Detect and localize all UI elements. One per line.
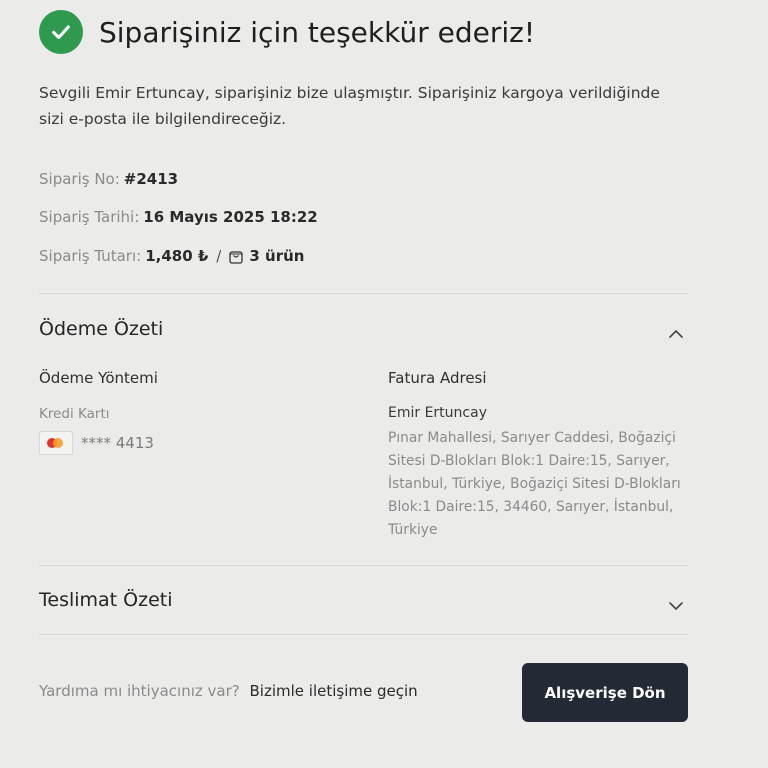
success-header: Siparişiniz için teşekkür ederiz! [39, 10, 535, 54]
payment-method-heading: Ödeme Yöntemi [39, 369, 158, 387]
divider [39, 565, 688, 566]
delivery-summary-toggle[interactable]: Teslimat Özeti [39, 589, 173, 611]
billing-name: Emir Ertuncay [388, 405, 487, 421]
shopping-bag-icon [229, 249, 244, 264]
order-date-value: 16 Mayıs 2025 18:22 [143, 208, 318, 226]
mastercard-icon [39, 431, 73, 455]
order-total-separator: / [216, 247, 222, 265]
billing-address-heading: Fatura Adresi [388, 369, 487, 387]
card-info: **** 4413 [39, 431, 154, 455]
order-total-row: Sipariş Tutarı: 1,480 ₺ / 3 ürün [39, 247, 304, 265]
continue-shopping-button[interactable]: Alışverişe Dön [522, 663, 688, 722]
divider [39, 634, 688, 635]
order-number-row: Sipariş No: #2413 [39, 170, 178, 188]
check-icon [39, 10, 83, 54]
card-number: **** 4413 [81, 434, 154, 452]
billing-address: Pınar Mahallesi, Sarıyer Caddesi, Boğazi… [388, 430, 681, 538]
intro-message: Sevgili Emir Ertuncay, siparişiniz bize … [39, 84, 660, 128]
order-confirmation-page: Siparişiniz için teşekkür ederiz! Sevgil… [0, 0, 768, 768]
contact-link[interactable]: Bizimle iletişime geçin [250, 682, 418, 700]
order-total-value: 1,480 ₺ [145, 247, 209, 265]
payment-method-type: Kredi Kartı [39, 406, 110, 422]
payment-summary-toggle[interactable]: Ödeme Özeti [39, 318, 163, 340]
help-question: Yardıma mı ihtiyacınız var? [39, 682, 240, 700]
divider [39, 293, 688, 294]
order-items-count: 3 ürün [249, 247, 305, 265]
order-number-value: #2413 [123, 170, 179, 188]
help-section: Yardıma mı ihtiyacınız var? Bizimle ilet… [39, 682, 418, 700]
order-date-label: Sipariş Tarihi: [39, 208, 140, 226]
order-total-label: Sipariş Tutarı: [39, 247, 142, 265]
order-date-row: Sipariş Tarihi: 16 Mayıs 2025 18:22 [39, 208, 318, 226]
order-number-label: Sipariş No: [39, 170, 120, 188]
chevron-down-icon[interactable] [668, 596, 684, 611]
page-title: Siparişiniz için teşekkür ederiz! [99, 15, 536, 49]
chevron-up-icon[interactable] [668, 324, 684, 338]
